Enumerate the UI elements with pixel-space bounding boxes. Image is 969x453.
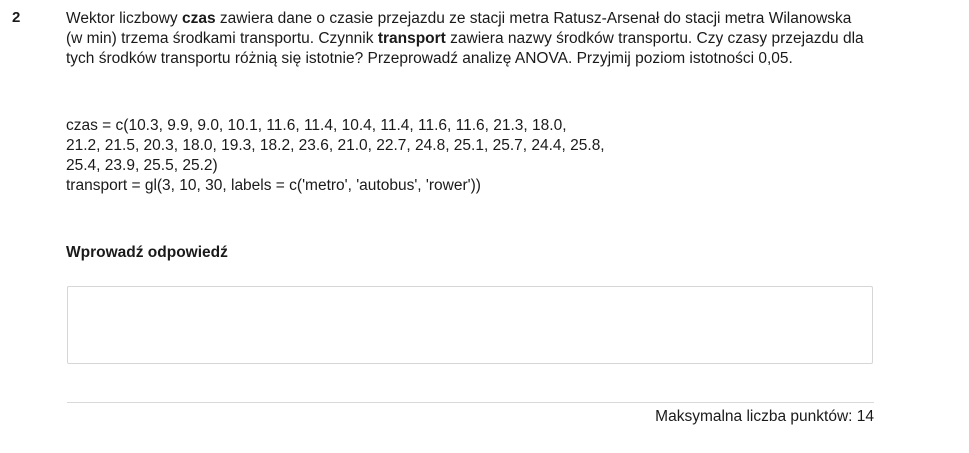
code-line: 21.2, 21.5, 20.3, 18.0, 19.3, 18.2, 23.6… xyxy=(66,137,605,154)
code-line: transport = gl(3, 10, 30, labels = c('me… xyxy=(66,177,481,194)
question-text-keyword-czas: czas xyxy=(182,10,216,27)
code-block: czas = c(10.3, 9.9, 9.0, 10.1, 11.6, 11.… xyxy=(66,116,866,196)
code-line: 25.4, 23.9, 25.5, 25.2) xyxy=(66,157,218,174)
code-line: czas = c(10.3, 9.9, 9.0, 10.1, 11.6, 11.… xyxy=(66,117,567,134)
divider xyxy=(67,402,874,403)
question-number: 2 xyxy=(12,9,21,26)
answer-input[interactable] xyxy=(67,286,873,364)
max-points-label: Maksymalna liczba punktów: 14 xyxy=(655,408,874,425)
answer-label: Wprowadź odpowiedź xyxy=(66,244,228,261)
question-text-keyword-transport: transport xyxy=(377,30,446,47)
question-text: Wektor liczbowy czas zawiera dane o czas… xyxy=(66,9,866,69)
question-text-part: Wektor liczbowy xyxy=(66,10,182,27)
